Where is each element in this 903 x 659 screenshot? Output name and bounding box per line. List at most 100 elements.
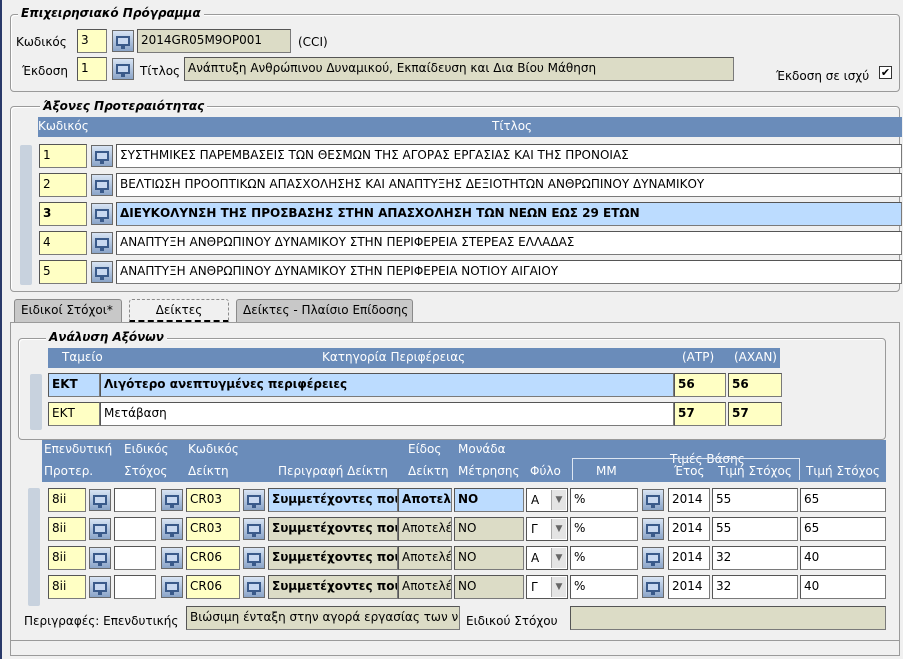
ind-target-field[interactable]: 65 [800,517,886,541]
tab-specific-objectives[interactable]: Ειδικοί Στόχοι* [14,299,122,323]
axis-title-field[interactable]: ΣΥΣΤΗΜΙΚΕΣ ΠΑΡΕΜΒΑΣΕΙΣ ΤΩΝ ΘΕΣΜΩΝ ΤΗΣ ΑΓ… [116,144,902,168]
chevron-down-icon: ▼ [551,548,566,568]
axis-lov-button[interactable] [91,203,113,225]
ind-target-field[interactable]: 40 [800,575,886,599]
ind-mm-lov-button[interactable] [642,547,664,569]
ind-mm-field[interactable]: % [570,546,638,570]
ind-spec-lov-button[interactable] [161,547,183,569]
ind-base-field[interactable]: 32 [712,546,798,570]
ind-type-field[interactable]: Αποτελέ [398,546,452,570]
ind-base-field[interactable]: 55 [712,517,798,541]
ind-gender-select[interactable]: Γ ▼ [526,575,568,599]
ind-code-lov-button[interactable] [243,489,265,511]
tab-performance-framework[interactable]: Δείκτες - Πλαίσιο Επίδοσης [236,299,413,323]
ind-type-field[interactable]: Αποτελέ [398,517,452,541]
ind-mm-lov-button[interactable] [642,576,664,598]
ind-gender-select[interactable]: Α ▼ [526,546,568,570]
ind-invest-field[interactable]: 8ii [48,575,86,599]
analysis-category-field[interactable]: Μετάβαση [100,402,674,426]
axes-scrollbar[interactable] [20,145,32,285]
analysis-axan-field[interactable]: 57 [728,402,782,426]
ind-code-field[interactable]: CR06 [186,575,240,599]
ind-desc-field[interactable]: Συμμετέχοντες που κ [268,546,398,570]
axis-code-field[interactable]: 4 [39,231,87,255]
ind-unit-field[interactable]: ΝΟ [454,575,524,599]
ind-spec-lov-button[interactable] [161,518,183,540]
axis-code-field[interactable]: 1 [39,144,87,168]
ind-invest-field[interactable]: 8ii [48,517,86,541]
ind-code-field[interactable]: CR03 [186,517,240,541]
ind-code-lov-button[interactable] [243,518,265,540]
ind-spec-field[interactable] [114,517,156,541]
footer-invest-field[interactable]: Βιώσιμη ένταξη στην αγορά εργασίας των ν… [186,606,460,630]
ind-unit-field[interactable]: ΝΟ [454,546,524,570]
ind-year-field[interactable]: 2014 [668,546,710,570]
analysis-fund-field[interactable]: ΕΚΤ [48,373,100,397]
axis-lov-button[interactable] [91,261,113,283]
ind-code-lov-button[interactable] [243,547,265,569]
ind-invest-lov-button[interactable] [89,576,111,598]
ind-spec-lov-button[interactable] [161,576,183,598]
analysis-atp-field[interactable]: 56 [674,373,726,397]
ind-invest-field[interactable]: 8ii [48,488,86,512]
ind-code-field[interactable]: CR06 [186,546,240,570]
axis-code-field[interactable]: 5 [39,260,87,284]
ind-unit-field[interactable]: ΝΟ [454,517,524,541]
ind-mm-field[interactable]: % [570,575,638,599]
analysis-axan-field[interactable]: 56 [728,373,782,397]
ind-unit-field[interactable]: ΝΟ [454,488,524,512]
program-lov-button[interactable] [112,30,134,52]
ind-type-field[interactable]: Αποτελ [398,488,452,512]
ind-mm-lov-button[interactable] [642,489,664,511]
tab-indicators[interactable]: Δείκτες [129,299,229,323]
ind-year-field[interactable]: 2014 [668,575,710,599]
ind-invest-lov-button[interactable] [89,518,111,540]
ind-year-field[interactable]: 2014 [668,517,710,541]
ind-mm-field[interactable]: % [570,488,638,512]
ind-target-field[interactable]: 40 [800,546,886,570]
program-code-field[interactable]: 3 [77,29,107,53]
ind-target-field[interactable]: 65 [800,488,886,512]
axis-lov-button[interactable] [91,232,113,254]
analysis-category-field[interactable]: Λιγότερο ανεπτυγμένες περιφέρειες [100,373,674,397]
axis-code-field[interactable]: 2 [39,173,87,197]
active-version-checkbox[interactable]: ✔ [879,66,892,79]
axis-title-field[interactable]: ΒΕΛΤΙΩΣΗ ΠΡΟΟΠΤΙΚΩΝ ΑΠΑΣΧΟΛΗΣΗΣ ΚΑΙ ΑΝΑΠ… [116,173,902,197]
axis-title-field[interactable]: ΑΝΑΠΤΥΞΗ ΑΝΘΡΩΠΙΝΟΥ ΔΥΝΑΜΙΚΟΥ ΣΤΗΝ ΠΕΡΙΦ… [116,231,902,255]
ind-code-field[interactable]: CR03 [186,488,240,512]
axis-lov-button[interactable] [91,145,113,167]
ind-invest-field[interactable]: 8ii [48,546,86,570]
ind-spec-field[interactable] [114,488,156,512]
ind-code-lov-button[interactable] [243,576,265,598]
program-cci-field[interactable]: 2014GR05M9OP001 [137,29,291,53]
ind-year-field[interactable]: 2014 [668,488,710,512]
ind-gender-select[interactable]: Α ▼ [526,488,568,512]
ind-desc-field[interactable]: Συμμετέχοντες που ο [268,517,398,541]
axis-code-field[interactable]: 3 [39,202,87,226]
ind-desc-field[interactable]: Συμμετέχοντες που [268,488,398,512]
ind-mm-field[interactable]: % [570,517,638,541]
ind-type-field[interactable]: Αποτελέ [398,575,452,599]
analysis-scrollbar[interactable] [30,374,42,430]
analysis-fund-field[interactable]: ΕΚΤ [48,402,100,426]
program-title-field[interactable]: Ανάπτυξη Ανθρώπινου Δυναμικού, Εκπαίδευσ… [184,57,734,81]
indicators-scrollbar[interactable] [28,488,40,606]
ind-base-field[interactable]: 32 [712,575,798,599]
analysis-atp-field[interactable]: 57 [674,402,726,426]
lov-icon [646,582,660,595]
footer-spec-field[interactable] [570,606,886,630]
axis-title-field[interactable]: ΑΝΑΠΤΥΞΗ ΑΝΘΡΩΠΙΝΟΥ ΔΥΝΑΜΙΚΟΥ ΣΤΗΝ ΠΕΡΙΦ… [116,260,902,284]
ind-spec-field[interactable] [114,575,156,599]
ind-invest-lov-button[interactable] [89,489,111,511]
ind-mm-lov-button[interactable] [642,518,664,540]
ind-spec-lov-button[interactable] [161,489,183,511]
ind-base-field[interactable]: 55 [712,488,798,512]
ind-invest-lov-button[interactable] [89,547,111,569]
axis-title-field[interactable]: ΔΙΕΥΚΟΛΥΝΣΗ ΤΗΣ ΠΡΟΣΒΑΣΗΣ ΣΤΗΝ ΑΠΑΣΧΟΛΗΣ… [116,202,902,226]
ind-spec-field[interactable] [114,546,156,570]
program-version-field[interactable]: 1 [77,57,107,81]
ind-desc-field[interactable]: Συμμετέχοντες που κ [268,575,398,599]
axis-lov-button[interactable] [91,174,113,196]
ind-gender-select[interactable]: Γ ▼ [526,517,568,541]
version-lov-button[interactable] [112,58,134,80]
